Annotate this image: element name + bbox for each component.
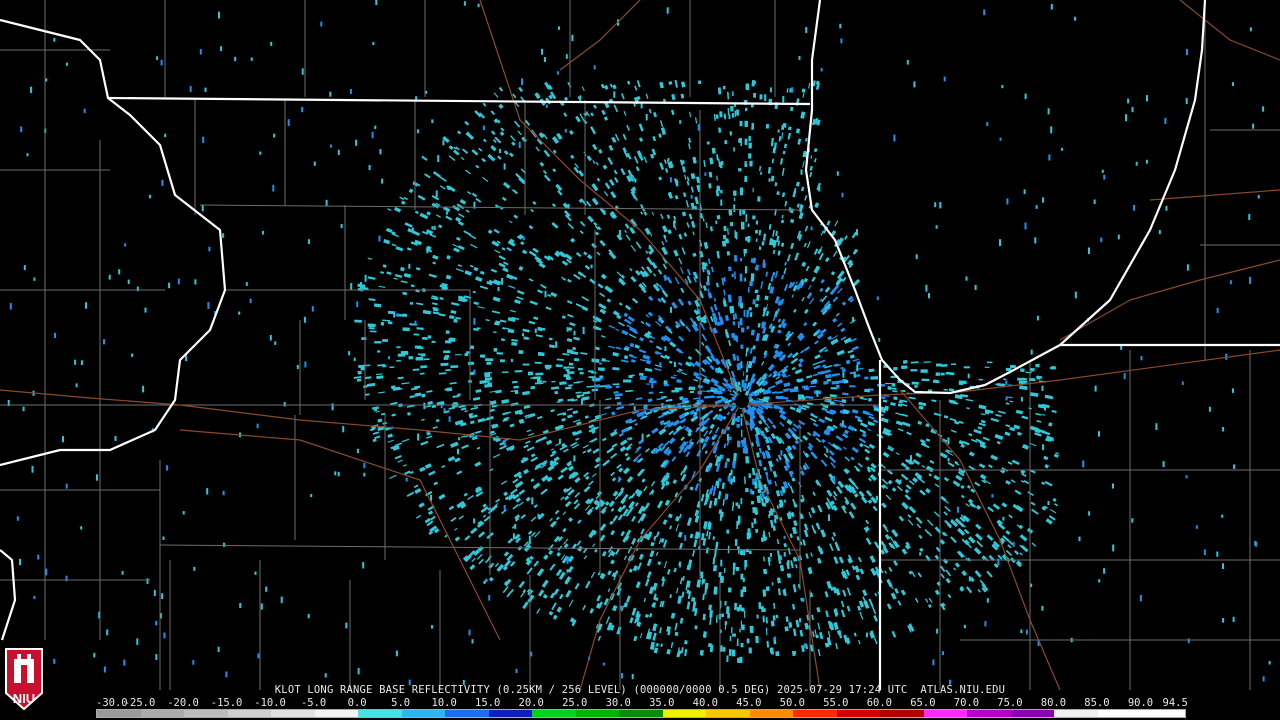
colorbar-segment [836,710,881,717]
colorbar-segment [140,710,185,717]
colorbar-segment [793,710,837,717]
scale-label: 35.0 [649,697,675,709]
colorbar-segment [575,710,620,717]
scale-label: 30.0 [605,697,631,709]
colorbar-segment [1010,710,1055,717]
scale-label: 40.0 [692,697,718,709]
colorbar-segment [706,710,750,717]
colorbar-scale-labels: -30.0 -25.0 -20.0 -15.0 -10.0 -5.0 0.0 5.0 10.0 1… [96,697,1196,709]
scale-label: 94.5 [1162,697,1188,709]
scale-label: 70.0 [953,697,980,709]
scale-label: -10.0 [254,697,286,709]
scale-label: 0.0 [347,697,367,709]
scale-label: 90.0 [1127,697,1154,709]
scale-label: -15.0 [210,697,243,709]
colorbar-segment [314,710,359,717]
colorbar-segment [923,710,968,717]
scale-label: 10.0 [431,697,457,709]
scale-label: 45.0 [736,697,762,709]
scale-label: 5.0 [391,697,411,709]
scale-label: 25.0 [562,697,588,709]
colorbar-segment [1141,710,1185,717]
colorbar-segment [662,710,707,717]
scale-label: -20.0 [167,697,199,709]
scale-label: 50.0 [779,697,805,709]
colorbar-segment [749,710,794,717]
colorbar-segment [184,710,228,717]
scale-label: -5.0 [300,697,327,709]
scale-label: 75.0 [997,697,1023,709]
scale-label: 85.0 [1084,697,1110,709]
colorbar-segment [1097,710,1142,717]
colorbar-segment [97,710,141,717]
colorbar-segment [445,710,489,717]
colorbar-segment [619,710,663,717]
colorbar-segment [967,710,1011,717]
product-caption: KLOT LONG RANGE BASE REFLECTIVITY (0.25K… [274,684,1006,696]
scale-label: -25.0 [123,697,156,709]
colorbar-segment [488,710,533,717]
radar-map [0,0,1280,720]
colorbar-segment [532,710,576,717]
reflectivity-colorbar [96,709,1186,718]
radar-site-marker [735,394,749,408]
colorbar-segment [1054,710,1098,717]
niu-logo-icon: NIU [5,648,43,711]
niu-logo-text: NIU [13,691,35,706]
scale-label: 15.0 [475,697,501,709]
scale-label: 80.0 [1040,697,1067,709]
scale-label: 55.0 [823,697,849,709]
colorbar-segment [227,710,272,717]
colorbar-segment [358,710,402,717]
scale-label: 65.0 [910,697,936,709]
colorbar-segment [880,710,924,717]
scale-label: 60.0 [866,697,893,709]
scale-label: 20.0 [518,697,544,709]
colorbar-segment [271,710,315,717]
colorbar-segment [401,710,446,717]
